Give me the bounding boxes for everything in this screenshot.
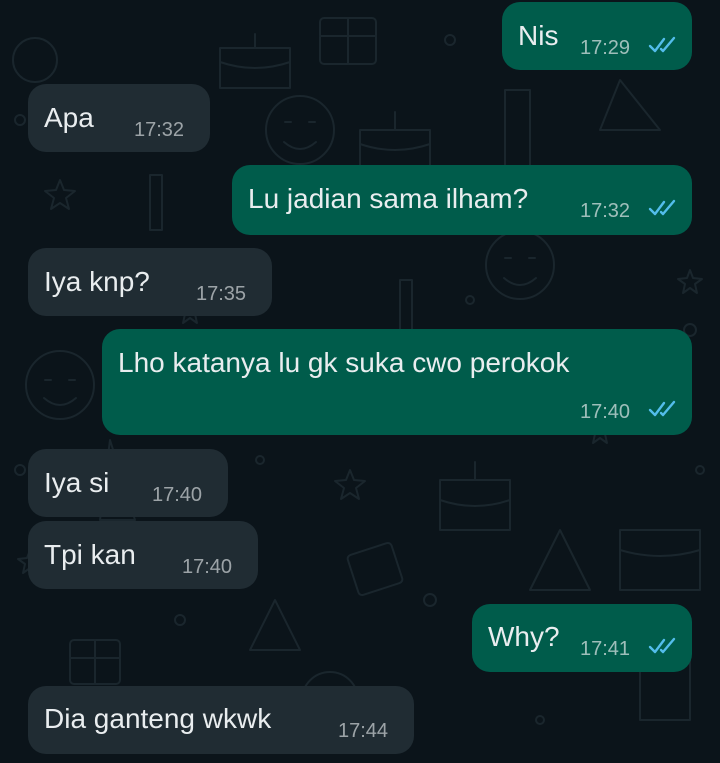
double-check-icon [648,199,676,216]
message-text: Lho katanya lu gk suka cwo perokok [118,347,570,378]
message-text: Iya knp? [44,266,150,297]
message-text: Iya si [44,467,110,498]
double-check-icon [648,637,676,654]
message-time: 17:40 [152,484,203,506]
incoming-message[interactable]: Dia ganteng wkwk 17:44 [28,686,414,754]
incoming-message[interactable]: Tpi kan 17:40 [28,521,258,589]
message-time: 17:35 [196,283,247,305]
message-time: 17:44 [338,720,389,742]
message-time: 17:41 [580,638,631,660]
message-time: 17:40 [182,556,233,578]
message-text: Dia ganteng wkwk [44,703,272,734]
incoming-message[interactable]: Apa 17:32 [28,84,210,152]
chat-message-list[interactable]: Nis 17:29 Apa 17:32 Lu jadian sama ilham… [0,0,720,763]
outgoing-message[interactable]: Nis 17:29 [502,2,692,70]
double-check-icon [648,36,676,53]
double-check-icon [648,400,676,417]
message-text: Apa [44,102,94,133]
message-text: Nis [518,20,559,51]
incoming-message[interactable]: Iya knp? 17:35 [28,248,272,316]
outgoing-message[interactable]: Lu jadian sama ilham? 17:32 [232,165,692,235]
message-text: Why? [488,621,560,652]
message-time: 17:40 [580,401,631,423]
message-time: 17:29 [580,37,631,59]
message-time: 17:32 [580,200,631,222]
message-text: Lu jadian sama ilham? [248,183,529,214]
incoming-message[interactable]: Iya si 17:40 [28,449,228,517]
outgoing-message[interactable]: Why? 17:41 [472,604,692,672]
message-text: Tpi kan [44,539,136,570]
outgoing-message[interactable]: Lho katanya lu gk suka cwo perokok 17:40 [102,329,692,435]
message-time: 17:32 [134,119,185,141]
